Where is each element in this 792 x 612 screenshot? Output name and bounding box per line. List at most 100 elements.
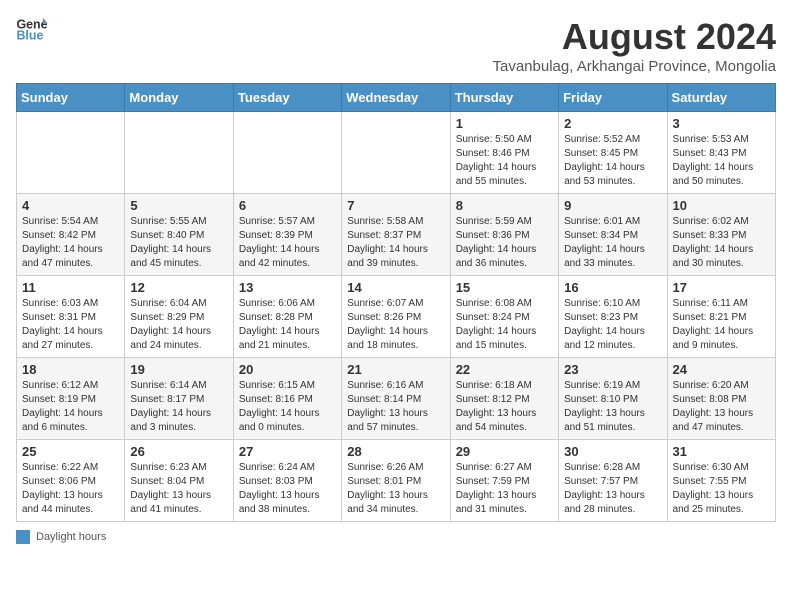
logo-icon: General Blue <box>16 16 48 44</box>
calendar-cell: 26 Sunrise: 6:23 AM Sunset: 8:04 PM Dayli… <box>125 440 233 522</box>
day-number: 6 <box>239 198 336 213</box>
calendar-week-row: 18Sunrise: 6:12 AM Sunset: 8:19 PM Dayli… <box>17 358 776 440</box>
day-of-week-header: Thursday <box>450 84 558 112</box>
day-info: Sunrise: 6:08 AM Sunset: 8:24 PM Dayligh… <box>456 297 553 353</box>
day-info: Sunrise: 6:27 AM Sunset: 7:59 PM Dayligh… <box>456 461 553 517</box>
calendar-cell <box>125 112 233 194</box>
day-info: Sunrise: 5:50 AM Sunset: 8:46 PM Dayligh… <box>456 133 553 189</box>
calendar-cell: 23 Sunrise: 6:19 AM Sunset: 8:10 PM Dayli… <box>559 358 667 440</box>
day-info: Sunrise: 5:55 AM Sunset: 8:40 PM Dayligh… <box>130 215 227 271</box>
day-info: Sunrise: 6:11 AM Sunset: 8:21 PM Dayligh… <box>673 297 770 353</box>
day-info: Sunrise: 6:02 AM Sunset: 8:33 PM Dayligh… <box>673 215 770 271</box>
day-number: 15 <box>456 280 553 295</box>
day-number: 7 <box>347 198 444 213</box>
day-number: 13 <box>239 280 336 295</box>
header: General Blue August 2024 Tavanbulag, Ark… <box>16 16 776 75</box>
calendar-cell: 30Sunrise: 6:28 AM Sunset: 7:57 PM Dayli… <box>559 440 667 522</box>
day-number: 22 <box>456 362 553 377</box>
calendar-cell: 3Sunrise: 5:53 AM Sunset: 8:43 PM Daylig… <box>667 112 775 194</box>
day-info: Sunrise: 5:57 AM Sunset: 8:39 PM Dayligh… <box>239 215 336 271</box>
day-info: Sunrise: 5:53 AM Sunset: 8:43 PM Dayligh… <box>673 133 770 189</box>
day-number: 8 <box>456 198 553 213</box>
calendar-week-row: 4 Sunrise: 5:54 AM Sunset: 8:42 PM Daylig… <box>17 194 776 276</box>
calendar-table: SundayMondayTuesdayWednesdayThursdayFrid… <box>16 83 776 522</box>
day-number: 11 <box>22 280 119 295</box>
svg-text:Blue: Blue <box>16 28 43 42</box>
day-info: Sunrise: 5:54 AM Sunset: 8:42 PM Dayligh… <box>22 215 119 271</box>
day-of-week-header: Sunday <box>17 84 125 112</box>
day-info: Sunrise: 6:30 AM Sunset: 7:55 PM Dayligh… <box>673 461 770 517</box>
calendar-cell: 14 Sunrise: 6:07 AM Sunset: 8:26 PM Dayli… <box>342 276 450 358</box>
day-info: Sunrise: 6:07 AM Sunset: 8:26 PM Dayligh… <box>347 297 444 353</box>
day-info: Sunrise: 6:12 AM Sunset: 8:19 PM Dayligh… <box>22 379 119 435</box>
calendar-cell: 13 Sunrise: 6:06 AM Sunset: 8:28 PM Dayli… <box>233 276 341 358</box>
day-info: Sunrise: 6:15 AM Sunset: 8:16 PM Dayligh… <box>239 379 336 435</box>
calendar-cell: 22 Sunrise: 6:18 AM Sunset: 8:12 PM Dayli… <box>450 358 558 440</box>
day-info: Sunrise: 6:18 AM Sunset: 8:12 PM Dayligh… <box>456 379 553 435</box>
calendar-cell: 1 Sunrise: 5:50 AM Sunset: 8:46 PM Daylig… <box>450 112 558 194</box>
calendar-cell: 28 Sunrise: 6:26 AM Sunset: 8:01 PM Dayli… <box>342 440 450 522</box>
day-info: Sunrise: 6:01 AM Sunset: 8:34 PM Dayligh… <box>564 215 661 271</box>
day-number: 31 <box>673 444 770 459</box>
day-number: 26 <box>130 444 227 459</box>
calendar-cell <box>342 112 450 194</box>
calendar-cell: 29 Sunrise: 6:27 AM Sunset: 7:59 PM Dayli… <box>450 440 558 522</box>
day-info: Sunrise: 5:59 AM Sunset: 8:36 PM Dayligh… <box>456 215 553 271</box>
day-number: 9 <box>564 198 661 213</box>
calendar-cell: 7 Sunrise: 5:58 AM Sunset: 8:37 PM Daylig… <box>342 194 450 276</box>
day-number: 12 <box>130 280 227 295</box>
day-info: Sunrise: 6:06 AM Sunset: 8:28 PM Dayligh… <box>239 297 336 353</box>
day-info: Sunrise: 6:14 AM Sunset: 8:17 PM Dayligh… <box>130 379 227 435</box>
calendar-cell: 8 Sunrise: 5:59 AM Sunset: 8:36 PM Daylig… <box>450 194 558 276</box>
location-subtitle: Tavanbulag, Arkhangai Province, Mongolia <box>492 58 776 75</box>
title-area: August 2024 Tavanbulag, Arkhangai Provin… <box>492 16 776 75</box>
legend-area: Daylight hours <box>16 530 776 544</box>
day-info: Sunrise: 6:19 AM Sunset: 8:10 PM Dayligh… <box>564 379 661 435</box>
calendar-cell: 12 Sunrise: 6:04 AM Sunset: 8:29 PM Dayli… <box>125 276 233 358</box>
calendar-cell: 19Sunrise: 6:14 AM Sunset: 8:17 PM Dayli… <box>125 358 233 440</box>
day-info: Sunrise: 5:58 AM Sunset: 8:37 PM Dayligh… <box>347 215 444 271</box>
day-number: 29 <box>456 444 553 459</box>
day-number: 25 <box>22 444 119 459</box>
calendar-cell: 9 Sunrise: 6:01 AM Sunset: 8:34 PM Daylig… <box>559 194 667 276</box>
calendar-cell <box>233 112 341 194</box>
day-number: 5 <box>130 198 227 213</box>
day-number: 4 <box>22 198 119 213</box>
day-number: 14 <box>347 280 444 295</box>
calendar-cell <box>17 112 125 194</box>
calendar-cell: 27Sunrise: 6:24 AM Sunset: 8:03 PM Dayli… <box>233 440 341 522</box>
calendar-week-row: 1 Sunrise: 5:50 AM Sunset: 8:46 PM Daylig… <box>17 112 776 194</box>
day-number: 10 <box>673 198 770 213</box>
day-number: 21 <box>347 362 444 377</box>
day-info: Sunrise: 6:04 AM Sunset: 8:29 PM Dayligh… <box>130 297 227 353</box>
calendar-cell: 16 Sunrise: 6:10 AM Sunset: 8:23 PM Dayli… <box>559 276 667 358</box>
day-info: Sunrise: 5:52 AM Sunset: 8:45 PM Dayligh… <box>564 133 661 189</box>
calendar-cell: 11Sunrise: 6:03 AM Sunset: 8:31 PM Dayli… <box>17 276 125 358</box>
day-info: Sunrise: 6:23 AM Sunset: 8:04 PM Dayligh… <box>130 461 227 517</box>
day-number: 2 <box>564 116 661 131</box>
day-number: 20 <box>239 362 336 377</box>
day-info: Sunrise: 6:10 AM Sunset: 8:23 PM Dayligh… <box>564 297 661 353</box>
day-info: Sunrise: 6:28 AM Sunset: 7:57 PM Dayligh… <box>564 461 661 517</box>
day-number: 23 <box>564 362 661 377</box>
calendar-cell: 6 Sunrise: 5:57 AM Sunset: 8:39 PM Daylig… <box>233 194 341 276</box>
calendar-cell: 5 Sunrise: 5:55 AM Sunset: 8:40 PM Daylig… <box>125 194 233 276</box>
day-number: 17 <box>673 280 770 295</box>
header-row: SundayMondayTuesdayWednesdayThursdayFrid… <box>17 84 776 112</box>
month-year-title: August 2024 <box>492 16 776 58</box>
logo: General Blue <box>16 16 48 44</box>
day-of-week-header: Saturday <box>667 84 775 112</box>
day-number: 28 <box>347 444 444 459</box>
day-info: Sunrise: 6:16 AM Sunset: 8:14 PM Dayligh… <box>347 379 444 435</box>
day-number: 1 <box>456 116 553 131</box>
calendar-week-row: 11Sunrise: 6:03 AM Sunset: 8:31 PM Dayli… <box>17 276 776 358</box>
day-number: 16 <box>564 280 661 295</box>
calendar-cell: 24Sunrise: 6:20 AM Sunset: 8:08 PM Dayli… <box>667 358 775 440</box>
legend-color-box <box>16 530 30 544</box>
calendar-cell: 25Sunrise: 6:22 AM Sunset: 8:06 PM Dayli… <box>17 440 125 522</box>
day-of-week-header: Tuesday <box>233 84 341 112</box>
calendar-cell: 21 Sunrise: 6:16 AM Sunset: 8:14 PM Dayli… <box>342 358 450 440</box>
calendar-cell: 4 Sunrise: 5:54 AM Sunset: 8:42 PM Daylig… <box>17 194 125 276</box>
day-info: Sunrise: 6:26 AM Sunset: 8:01 PM Dayligh… <box>347 461 444 517</box>
calendar-cell: 18Sunrise: 6:12 AM Sunset: 8:19 PM Dayli… <box>17 358 125 440</box>
